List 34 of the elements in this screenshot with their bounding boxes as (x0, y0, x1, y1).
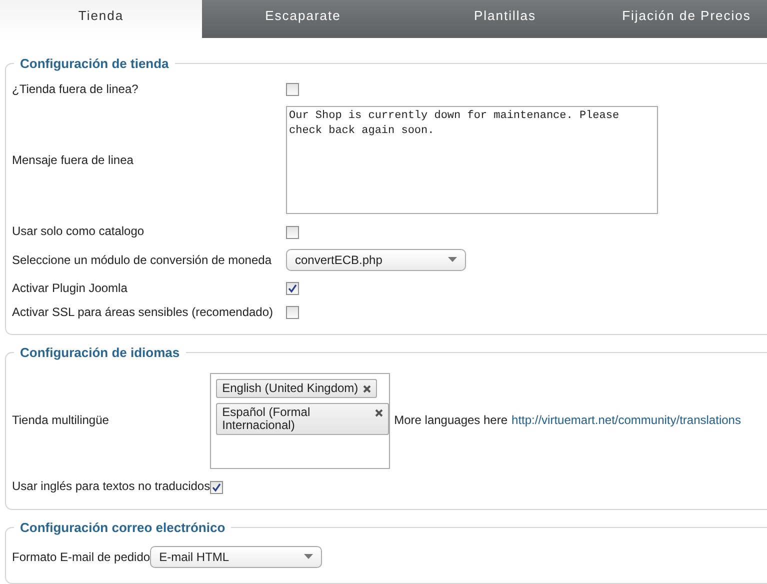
dropdown[interactable]: E-mail HTML (150, 546, 322, 568)
section-title: Configuración de tienda (19, 56, 170, 71)
field-label: Seleccione un módulo de conversión de moneda (12, 244, 286, 276)
checkbox[interactable] (210, 480, 224, 494)
close-icon[interactable] (375, 409, 384, 418)
field-label: ¿Tienda fuera de linea? (12, 77, 286, 102)
dropdown[interactable]: convertECB.php (286, 248, 466, 271)
checkmark-icon (212, 482, 222, 492)
text-area[interactable]: Our Shop is currently down for maintenance. Please check back again soon. (286, 106, 658, 214)
field-label: Activar Plugin Joomla (12, 276, 286, 300)
section-title: Configuración correo electrónico (19, 520, 226, 535)
checkbox[interactable] (286, 226, 299, 239)
checkbox[interactable] (286, 306, 299, 320)
checkmark-icon (288, 284, 297, 293)
field-label: Tienda multilingüe (12, 366, 210, 474)
field-label: Usar inglés para textos no traducidos (12, 478, 210, 496)
tab[interactable]: Fijación de Precios (606, 0, 767, 38)
multi-select-field[interactable]: English (United Kingdom) Español (Formal Internacional) (210, 373, 390, 470)
field-label: Activar SSL para áreas sensibles (recomendado) (12, 300, 286, 324)
caret-icon (304, 554, 314, 560)
caret-icon (448, 257, 457, 262)
section-title: Configuración de idiomas (19, 345, 181, 360)
field-label: Usar solo como catalogo (12, 219, 286, 244)
language-name: Español (Formal Internacional) (222, 406, 312, 432)
translations-link[interactable]: http://virtuemart.net/community/translations (512, 413, 741, 428)
tab[interactable]: Escaparate (202, 0, 404, 38)
tab[interactable]: Plantillas (404, 0, 606, 38)
close-icon[interactable] (363, 385, 372, 394)
checkbox[interactable] (286, 282, 299, 295)
hint-text: More languages here (394, 413, 508, 428)
field-label: Formato E-mail de pedido (12, 548, 150, 566)
checkbox[interactable] (286, 83, 299, 96)
field-label: Mensaje fuera de linea (12, 101, 286, 220)
language-name: English (United Kingdom) (222, 382, 358, 396)
